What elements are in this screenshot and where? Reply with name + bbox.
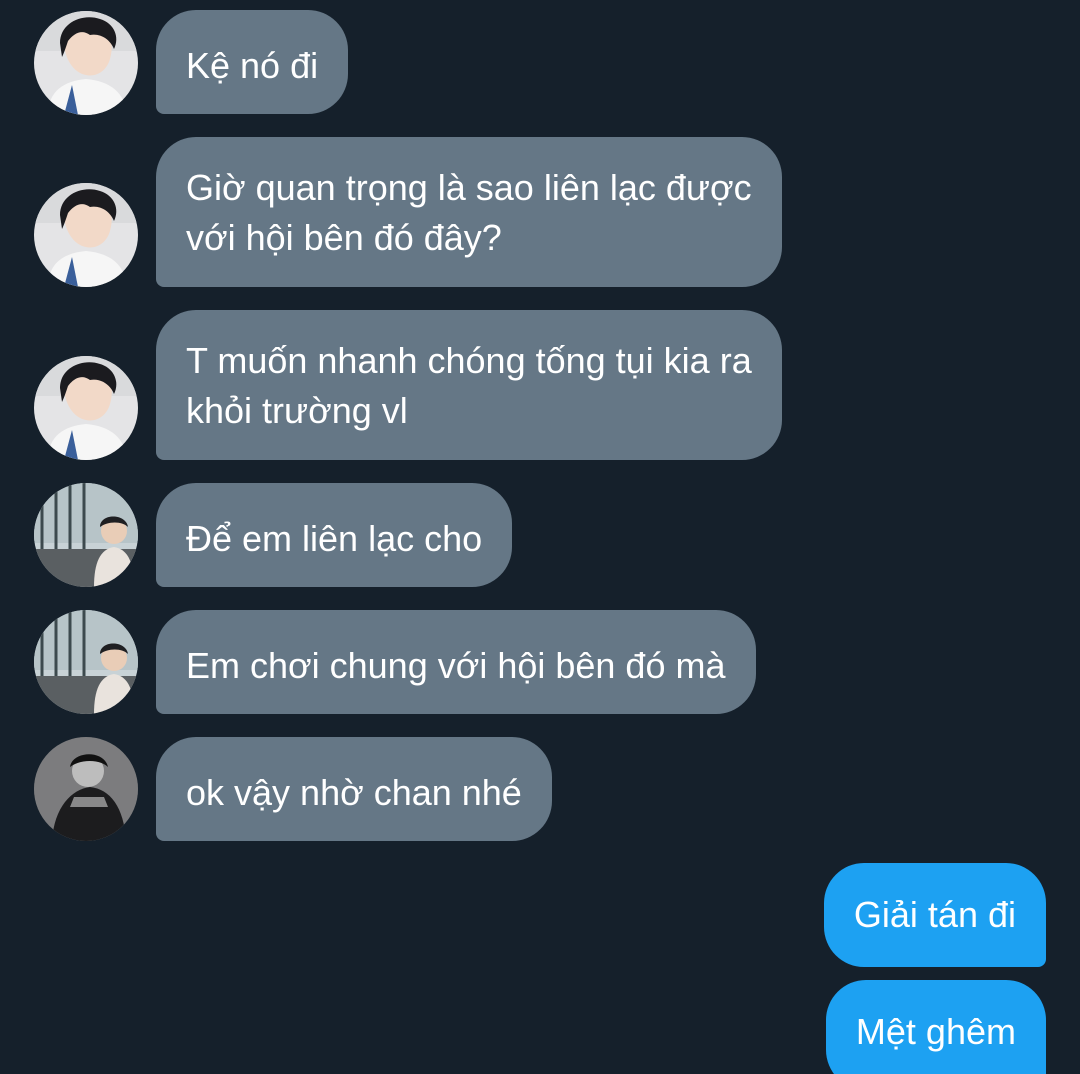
message-bubble[interactable]: Em chơi chung với hội bên đó mà bbox=[156, 610, 756, 714]
message-text: Em chơi chung với hội bên đó mà bbox=[186, 645, 726, 686]
message-text-line: khỏi trường vl bbox=[186, 390, 408, 431]
message-text-line: Giờ quan trọng là sao liên lạc được bbox=[186, 167, 752, 208]
avatar[interactable] bbox=[34, 183, 138, 287]
message-text: Giải tán đi bbox=[853, 894, 1016, 935]
avatar-photo-icon bbox=[34, 610, 138, 714]
avatar-photo-icon bbox=[34, 11, 138, 115]
message-bubble-sent[interactable]: Mệt ghêm bbox=[825, 980, 1046, 1074]
chat-thread[interactable]: Kệ nó đi Giờ quan trọng là sao liên lạc … bbox=[0, 0, 1080, 1074]
message-text: Mệt ghêm bbox=[855, 1011, 1016, 1052]
avatar-photo-icon bbox=[34, 483, 138, 587]
message-bubble[interactable]: ok vậy nhờ chan nhé bbox=[156, 737, 552, 841]
avatar[interactable] bbox=[34, 356, 138, 460]
message-text: Để em liên lạc cho bbox=[186, 518, 483, 559]
message-bubble[interactable]: Giờ quan trọng là sao liên lạc được với … bbox=[156, 137, 782, 287]
avatar-photo-icon bbox=[34, 183, 138, 287]
avatar[interactable] bbox=[34, 11, 138, 115]
message-bubble[interactable]: Kệ nó đi bbox=[156, 10, 349, 114]
message-text-line: với hội bên đó đây? bbox=[186, 217, 502, 258]
message-bubble-sent[interactable]: Giải tán đi bbox=[823, 863, 1046, 967]
message-text: Kệ nó đi bbox=[186, 45, 319, 86]
avatar-photo-icon bbox=[34, 737, 138, 841]
avatar-photo-icon bbox=[34, 356, 138, 460]
message-text-line: T muốn nhanh chóng tống tụi kia ra bbox=[186, 340, 752, 381]
avatar[interactable] bbox=[34, 737, 138, 841]
message-text: ok vậy nhờ chan nhé bbox=[186, 772, 522, 813]
message-bubble[interactable]: T muốn nhanh chóng tống tụi kia ra khỏi … bbox=[156, 310, 782, 460]
avatar[interactable] bbox=[34, 610, 138, 714]
avatar[interactable] bbox=[34, 483, 138, 587]
message-bubble[interactable]: Để em liên lạc cho bbox=[156, 483, 513, 587]
